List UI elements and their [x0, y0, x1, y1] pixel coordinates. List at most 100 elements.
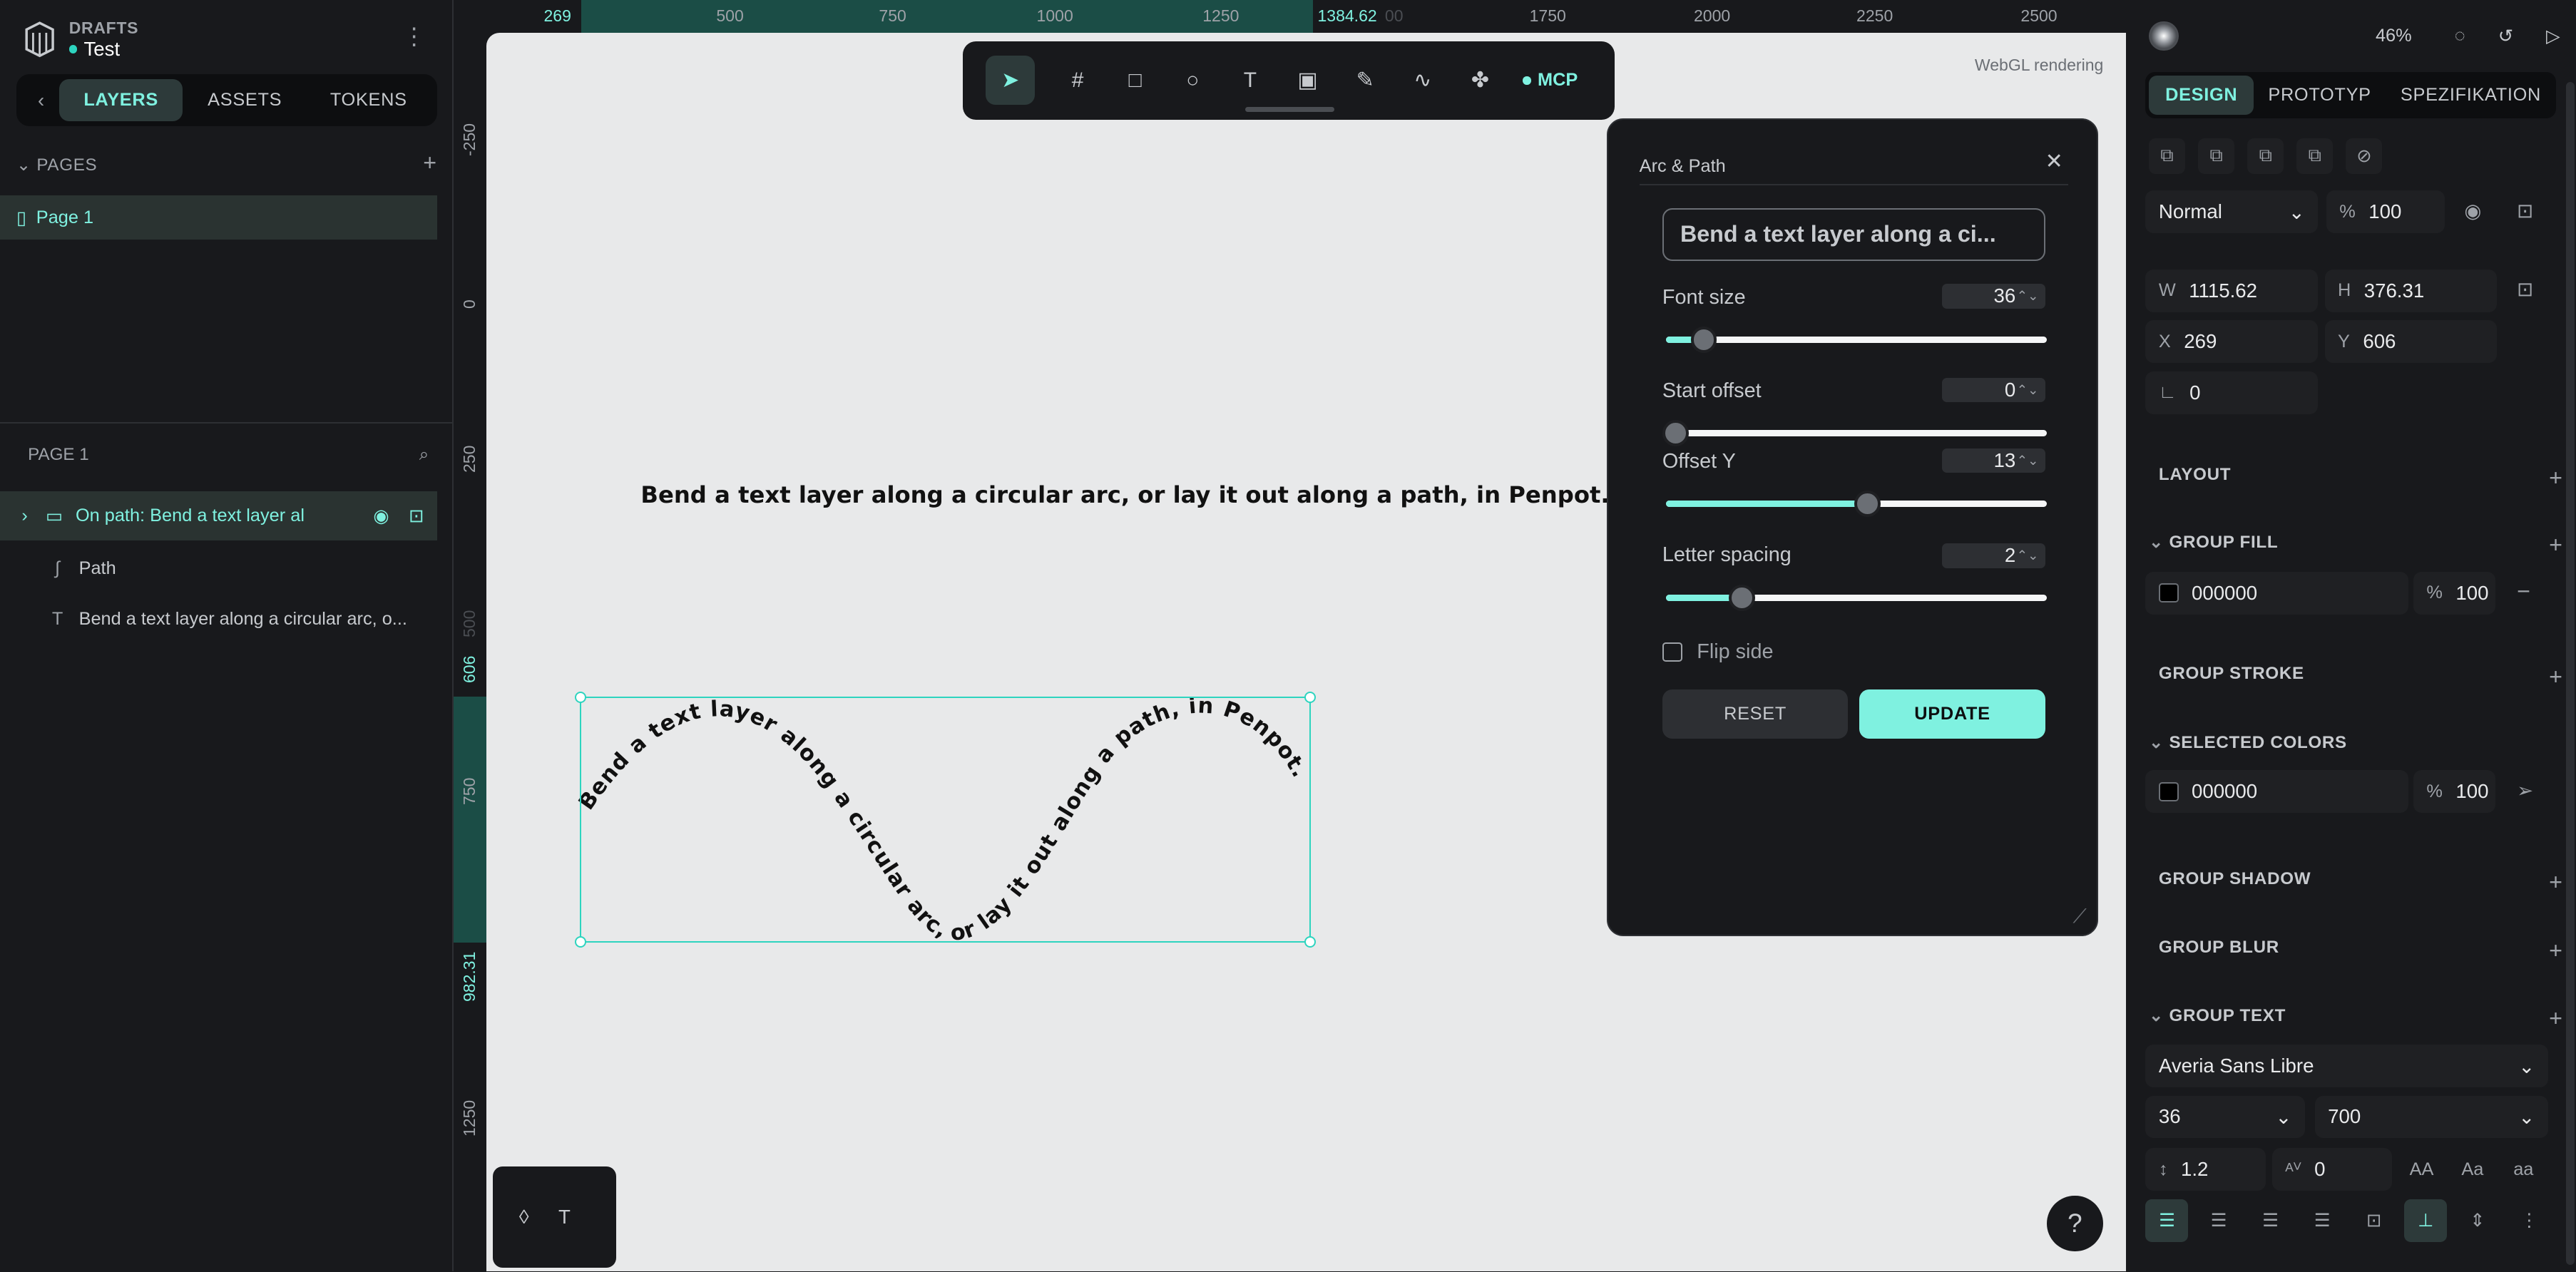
group-text-section[interactable]: ⌄ GROUP TEXT + — [2149, 1005, 2563, 1032]
page-item[interactable]: ▯ Page 1 — [0, 195, 437, 240]
group-stroke-section[interactable]: GROUP STROKE + — [2149, 664, 2563, 690]
font-size-select[interactable]: 36 ⌄ — [2145, 1095, 2305, 1139]
add-icon[interactable]: + — [2549, 465, 2563, 491]
difference-icon[interactable]: ⧉ — [2198, 138, 2234, 175]
search-icon[interactable]: ⌕ — [419, 445, 429, 465]
resize-handle[interactable] — [1304, 691, 1317, 703]
text-icon[interactable]: T — [1235, 66, 1264, 95]
resize-handle[interactable] — [1304, 936, 1317, 948]
avatar[interactable] — [2149, 21, 2179, 51]
zoom-level[interactable]: 46% — [2376, 26, 2412, 46]
add-icon[interactable]: + — [2549, 938, 2563, 964]
intersection-icon[interactable]: ⧉ — [2247, 138, 2284, 175]
add-page-icon[interactable]: + — [423, 150, 437, 176]
font-size-slider[interactable] — [1665, 327, 2047, 353]
eye-icon[interactable]: ◉ — [2464, 199, 2481, 222]
comments-icon[interactable]: ◌ — [2455, 26, 2465, 46]
justify-icon[interactable]: ☰ — [2301, 1199, 2344, 1242]
layer-row[interactable]: ∫ Path — [0, 543, 437, 593]
lock-icon[interactable]: ⊡ — [409, 505, 424, 527]
fill-color-field[interactable]: 000000 — [2145, 571, 2409, 615]
font-size-field[interactable]: 36 ⌃⌄ — [1941, 284, 2045, 309]
selected-colors-section[interactable]: ⌄ SELECTED COLORS — [2149, 732, 2563, 753]
add-icon[interactable]: + — [2549, 1005, 2563, 1032]
lowercase-button[interactable]: aa — [2502, 1148, 2545, 1191]
mcp-button[interactable]: MCP — [1523, 70, 1578, 91]
slider-knob[interactable] — [1854, 491, 1881, 518]
stepper-icon[interactable]: ⌃⌄ — [2017, 448, 2039, 473]
pointer-icon[interactable]: ➤ — [986, 56, 1036, 106]
drop-icon[interactable]: ◊ — [519, 1206, 529, 1229]
plugins-icon[interactable]: ✤ — [1466, 66, 1495, 95]
tab-tokens[interactable]: TOKENS — [307, 79, 431, 122]
width-field[interactable]: W 1115.62 — [2145, 269, 2319, 312]
flip-side-checkbox[interactable]: Flip side — [1662, 640, 1773, 664]
tab-design[interactable]: DESIGN — [2149, 75, 2254, 116]
more-options-icon[interactable]: ⋮ — [402, 23, 425, 50]
letter-spacing-field[interactable]: 2 ⌃⌄ — [1941, 543, 2045, 568]
text-box-icon[interactable]: ⊡ — [2353, 1199, 2396, 1242]
slider-knob[interactable] — [1662, 420, 1689, 447]
offset-y-field[interactable]: 13 ⌃⌄ — [1941, 448, 2045, 473]
eye-icon[interactable]: ◉ — [373, 505, 389, 527]
history-icon[interactable]: ↺ — [2498, 25, 2513, 47]
tab-prototype[interactable]: PROTOTYP — [2254, 76, 2385, 115]
fill-opacity-field[interactable]: % 100 — [2413, 571, 2496, 615]
align-center-icon[interactable]: ☰ — [2197, 1199, 2240, 1242]
layout-section[interactable]: LAYOUT + — [2149, 465, 2563, 491]
rotation-field[interactable]: ∟ 0 — [2145, 371, 2319, 414]
font-family-select[interactable]: Averia Sans Libre ⌄ — [2145, 1045, 2548, 1087]
group-fill-section[interactable]: ⌄ GROUP FILL + — [2149, 532, 2563, 558]
toolbar-grip[interactable] — [1245, 106, 1334, 112]
paragraph-spacing-icon[interactable]: ⇕ — [2456, 1199, 2499, 1242]
play-icon[interactable]: ▷ — [2546, 25, 2560, 47]
proportion-lock-icon[interactable]: ⊡ — [2517, 277, 2533, 301]
text-input[interactable]: Bend a text layer along a ci... — [1662, 208, 2045, 261]
titlecase-button[interactable]: Aa — [2451, 1148, 2494, 1191]
slider-knob[interactable] — [1728, 584, 1755, 611]
align-left-icon[interactable]: ☰ — [2145, 1199, 2189, 1242]
stepper-icon[interactable]: ⌃⌄ — [2017, 378, 2039, 403]
selected-color-field[interactable]: 000000 — [2145, 770, 2409, 814]
height-field[interactable]: H 376.31 — [2324, 269, 2498, 312]
stepper-icon[interactable]: ⌃⌄ — [2017, 284, 2039, 309]
add-icon[interactable]: + — [2549, 869, 2563, 896]
canvas-text-layer[interactable]: Bend a text layer along a circular arc, … — [640, 481, 1609, 508]
ellipse-icon[interactable]: ○ — [1178, 66, 1207, 95]
start-offset-field[interactable]: 0 ⌃⌄ — [1941, 377, 2045, 403]
color-swatch[interactable] — [2158, 781, 2179, 802]
offset-y-slider[interactable] — [1665, 491, 2047, 518]
collapse-sidebar-icon[interactable]: ‹ — [23, 89, 59, 112]
stepper-icon[interactable]: ⌃⌄ — [2017, 543, 2039, 568]
more-options-icon[interactable]: ⋮ — [2508, 1199, 2550, 1242]
selection-box[interactable] — [574, 691, 1317, 948]
slider-knob[interactable] — [1690, 327, 1717, 353]
remove-icon[interactable]: − — [2517, 578, 2530, 605]
letter-spacing-field[interactable]: ᴬⱽ 0 — [2271, 1148, 2393, 1191]
pages-header[interactable]: ⌄ PAGES + — [16, 150, 437, 176]
checkbox-icon[interactable] — [1662, 642, 1682, 662]
exclude-icon[interactable]: ⧉ — [2296, 138, 2334, 175]
letter-spacing-slider[interactable] — [1665, 584, 2047, 611]
layer-row[interactable]: T Bend a text layer along a circular arc… — [0, 595, 437, 644]
rectangle-icon[interactable]: □ — [1120, 66, 1150, 95]
update-button[interactable]: UPDATE — [1859, 689, 2045, 739]
start-offset-slider[interactable] — [1662, 420, 2047, 447]
resize-grip-icon[interactable]: ⟋ — [2073, 905, 2087, 928]
tab-layers[interactable]: LAYERS — [58, 78, 183, 122]
image-icon[interactable]: ▣ — [1293, 66, 1322, 95]
select-shapes-icon[interactable]: ➢ — [2517, 779, 2533, 802]
lock-icon[interactable]: ⊡ — [2517, 199, 2533, 222]
group-shadow-section[interactable]: GROUP SHADOW + — [2149, 869, 2563, 896]
help-button[interactable]: ? — [2047, 1196, 2103, 1252]
pencil-icon[interactable]: ✎ — [1350, 66, 1379, 95]
opacity-field[interactable]: % 100 — [2326, 190, 2445, 234]
union-icon[interactable]: ⧉ — [2149, 138, 2185, 175]
path-icon[interactable]: ∿ — [1408, 66, 1437, 95]
project-header[interactable]: DRAFTS Test — [20, 16, 139, 63]
tab-assets[interactable]: ASSETS — [183, 79, 307, 122]
x-field[interactable]: X 269 — [2145, 320, 2319, 364]
close-icon[interactable]: ✕ — [2045, 149, 2063, 174]
add-icon[interactable]: + — [2549, 532, 2563, 558]
flatten-icon[interactable]: ⊘ — [2346, 138, 2383, 175]
